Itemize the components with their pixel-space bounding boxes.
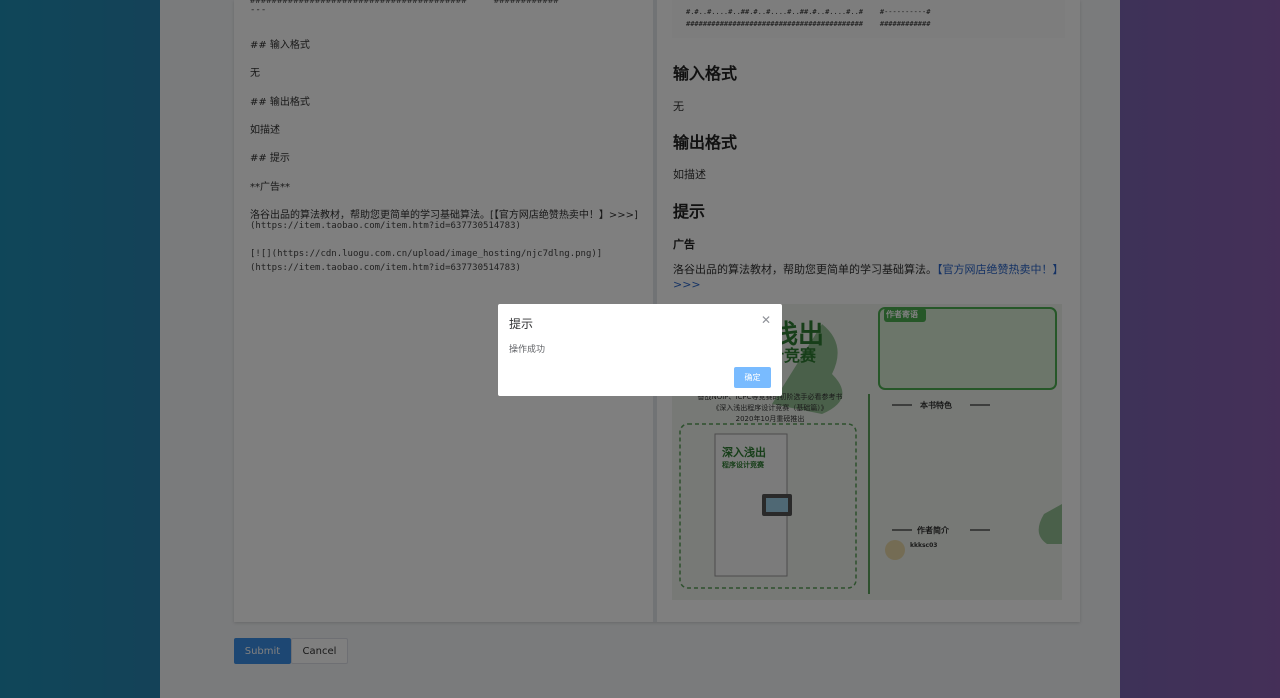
dialog-title: 提示 bbox=[509, 317, 534, 331]
close-icon[interactable]: ✕ bbox=[761, 313, 771, 327]
dialog-message: 操作成功 bbox=[509, 345, 546, 355]
confirm-button[interactable]: 确定 bbox=[734, 367, 771, 388]
message-dialog: 提示 ✕ 操作成功 确定 bbox=[498, 304, 782, 396]
